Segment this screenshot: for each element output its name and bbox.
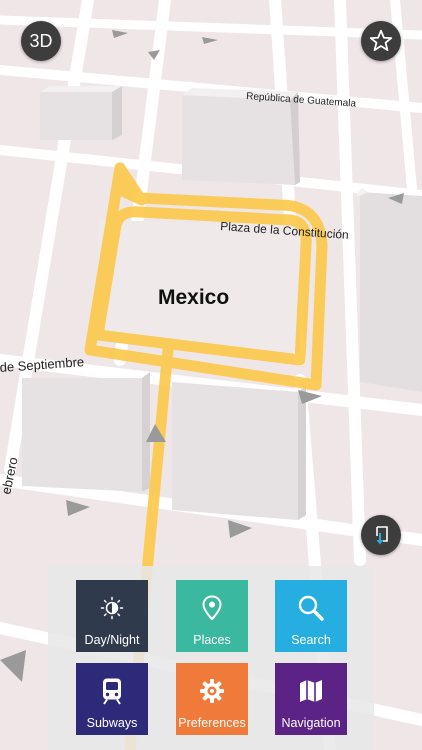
- export-button[interactable]: [361, 515, 401, 555]
- map-icon: [300, 680, 322, 702]
- view-mode-3d-button[interactable]: 3D: [21, 21, 61, 61]
- favorites-button[interactable]: [361, 21, 401, 61]
- navigation-tile[interactable]: Navigation: [275, 663, 347, 735]
- subways-tile[interactable]: Subways: [76, 663, 148, 735]
- download-icon: [376, 526, 388, 545]
- city-label: Mexico: [158, 286, 229, 309]
- map-pin-icon: [202, 595, 222, 621]
- search-icon: [298, 595, 324, 621]
- day-night-label: Day/Night: [84, 633, 140, 647]
- subway-icon: [103, 678, 121, 705]
- navigation-label: Navigation: [281, 716, 341, 730]
- preferences-label: Preferences: [178, 716, 246, 730]
- places-label: Places: [193, 633, 231, 647]
- day-night-tile[interactable]: Day/Night: [76, 580, 148, 652]
- view-mode-label: 3D: [29, 30, 53, 51]
- subways-label: Subways: [86, 716, 138, 730]
- places-tile[interactable]: Places: [176, 580, 248, 652]
- gear-icon: [200, 679, 224, 703]
- search-tile[interactable]: Search: [275, 580, 347, 652]
- preferences-tile[interactable]: Preferences: [176, 663, 248, 735]
- menu-panel: Day/Night Places Search Subways Preferen…: [48, 566, 374, 750]
- search-label: Search: [291, 633, 331, 647]
- day-night-icon: [100, 596, 124, 620]
- star-icon: [369, 29, 393, 51]
